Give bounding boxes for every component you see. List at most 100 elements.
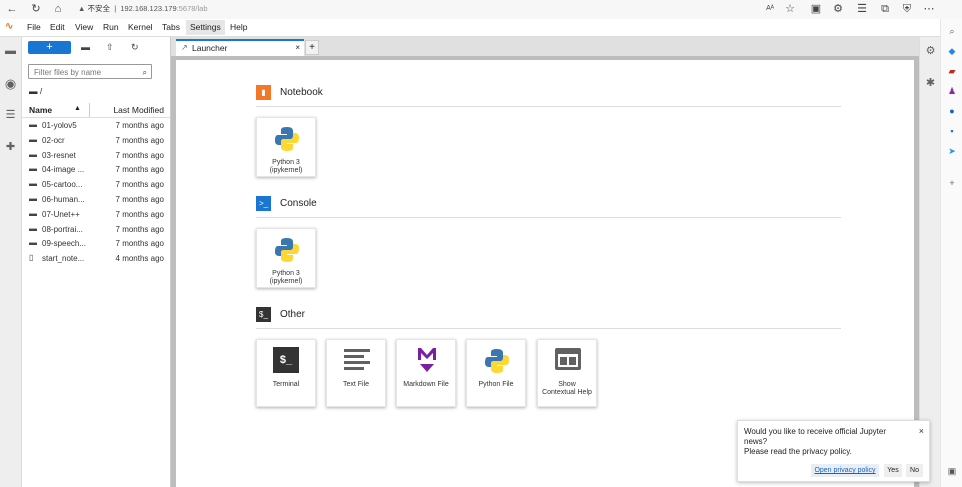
read-aloud-icon[interactable]: Aᴬ (764, 3, 776, 15)
card-label: Text File (342, 381, 370, 388)
breadcrumb[interactable]: ▬ / (29, 86, 42, 96)
sort-ascending-icon[interactable]: ▲ (74, 105, 81, 112)
add-sidebar-icon[interactable]: + (946, 177, 958, 189)
refresh-files-icon[interactable]: ↻ (131, 42, 139, 53)
shopping-tag-icon[interactable]: ◆ (946, 45, 958, 57)
contextual-help-icon (555, 348, 581, 370)
folder-icon: ▬ (29, 179, 37, 189)
file-row[interactable]: ▬ 06-human... 7 months ago (22, 192, 170, 207)
name-column-header[interactable]: Name (29, 105, 52, 115)
other-section-title: Other (280, 309, 306, 320)
menu-file[interactable]: File (27, 22, 41, 32)
home-icon[interactable]: ⌂ (52, 3, 64, 15)
tools-icon[interactable]: ▰ (946, 65, 958, 77)
search-icon[interactable]: ⌕ (946, 25, 958, 37)
file-row[interactable]: ▬ 05-cartoo... 7 months ago (22, 177, 170, 192)
outlook-icon[interactable]: ▪ (946, 125, 958, 137)
section-divider (256, 328, 841, 329)
tab-launcher[interactable]: ↗ Launcher × (176, 39, 304, 56)
folder-icon[interactable]: ▬ (4, 45, 17, 58)
section-divider (256, 106, 841, 107)
card-label: Markdown File (403, 381, 449, 388)
menu-settings[interactable]: Settings (186, 20, 225, 35)
file-row[interactable]: ▬ 02-ocr 7 months ago (22, 133, 170, 148)
modified-column-header[interactable]: Last Modified (113, 105, 164, 115)
no-button[interactable]: No (906, 464, 923, 477)
debugger-icon[interactable]: ✱ (924, 77, 937, 90)
folder-icon: ▬ (29, 238, 37, 248)
menu-kernel[interactable]: Kernel (128, 22, 153, 32)
menu-tabs[interactable]: Tabs (162, 22, 180, 32)
send-icon[interactable]: ➤ (946, 145, 958, 157)
notebook-python3-card[interactable]: Python 3 (ipykernel) (256, 117, 316, 177)
python-icon (275, 238, 299, 262)
open-privacy-policy-button[interactable]: Open privacy policy (811, 464, 879, 477)
python-file-card[interactable]: Python File (466, 339, 526, 407)
sidebar-settings-icon[interactable]: ▣ (946, 465, 958, 477)
new-folder-icon[interactable]: ▬ (81, 42, 90, 52)
refresh-icon[interactable]: ↻ (30, 3, 42, 15)
contextual-help-card[interactable]: Show Contextual Help (537, 339, 597, 407)
favorites-bar-icon[interactable]: ☰ (856, 3, 868, 15)
breadcrumb-root[interactable]: / (40, 86, 42, 96)
shield-icon[interactable]: ⛨ (901, 3, 913, 15)
file-modified: 4 months ago (115, 254, 164, 264)
file-name: 03-resnet (42, 150, 76, 160)
folder-icon: ▬ (29, 120, 37, 129)
file-row[interactable]: ▯ start_note... 4 months ago (22, 251, 170, 266)
url-host: 192.168.123.179 (120, 4, 177, 13)
new-tab-button[interactable]: + (305, 40, 319, 55)
running-kernels-icon[interactable]: ◉ (4, 77, 17, 90)
tab-close-icon[interactable]: × (295, 41, 300, 55)
tab-bar: ↗ Launcher × + (171, 37, 919, 56)
extensions-icon[interactable]: ⚙ (832, 3, 844, 15)
extension-puzzle-icon[interactable]: ✚ (4, 141, 17, 154)
notification-close-icon[interactable]: × (919, 426, 924, 436)
folder-icon: ▬ (29, 194, 37, 203)
menu-run[interactable]: Run (103, 22, 119, 32)
file-name: 08-portrai... (42, 224, 83, 234)
file-row[interactable]: ▬ 01-yolov5 7 months ago (22, 118, 170, 133)
yes-button[interactable]: Yes (884, 464, 902, 477)
terminal-card[interactable]: $_ Terminal (256, 339, 316, 407)
new-launcher-button[interactable]: + (28, 41, 71, 54)
menu-help[interactable]: Help (230, 22, 247, 32)
microsoft-365-icon[interactable]: ● (946, 105, 958, 117)
folder-icon: ▬ (29, 86, 38, 96)
notebook-section-icon: ▮ (256, 85, 271, 100)
notebook-section-title: Notebook (280, 87, 323, 98)
menu-view[interactable]: View (75, 22, 93, 32)
security-label: 不安全 (87, 4, 111, 13)
file-modified: 7 months ago (115, 239, 164, 249)
split-screen-icon[interactable]: ▣ (810, 3, 822, 15)
file-name: 05-cartoo... (42, 180, 83, 190)
more-icon[interactable]: ⋯ (923, 3, 935, 15)
favorite-star-icon[interactable]: ☆ (784, 3, 796, 15)
card-label: Terminal (272, 381, 300, 388)
browser-toolbar: ← ↻ ⌂ ▲ 不安全 | 192.168.123.179:5678/lab A… (0, 0, 962, 20)
collections-icon[interactable]: ⧉ (879, 3, 891, 15)
file-modified: 7 months ago (115, 121, 164, 130)
file-row[interactable]: ▬ 03-resnet 7 months ago (22, 148, 170, 163)
back-icon[interactable]: ← (6, 3, 18, 15)
console-python3-card[interactable]: Python 3 (ipykernel) (256, 228, 316, 288)
games-icon[interactable]: ♟ (946, 85, 958, 97)
upload-icon[interactable]: ⇧ (106, 42, 114, 53)
property-inspector-icon[interactable]: ⚙ (924, 45, 937, 58)
table-of-contents-icon[interactable]: ☰ (4, 109, 17, 122)
text-file-card[interactable]: Text File (326, 339, 386, 407)
file-row[interactable]: ▬ 08-portrai... 7 months ago (22, 222, 170, 237)
message-line: Please read the privacy policy. (744, 447, 852, 456)
menu-edit[interactable]: Edit (50, 22, 65, 32)
address-bar[interactable]: ▲ 不安全 | 192.168.123.179:5678/lab (78, 2, 808, 16)
markdown-file-card[interactable]: Markdown File (396, 339, 456, 407)
file-row[interactable]: ▬ 07-Unet++ 7 months ago (22, 207, 170, 222)
file-row[interactable]: ▬ 04-image ... 7 months ago (22, 162, 170, 177)
text-file-icon (344, 349, 370, 370)
filter-files-input[interactable]: Filter files by name ⌕ (28, 64, 152, 79)
card-label-line2: (ipykernel) (269, 167, 303, 174)
notification-message: Would you like to receive official Jupyt… (744, 427, 914, 457)
file-row[interactable]: ▬ 09-speech... 7 months ago (22, 236, 170, 251)
file-modified: 7 months ago (115, 135, 164, 145)
menubar: ∿ File Edit View Run Kernel Tabs Setting… (0, 19, 940, 37)
